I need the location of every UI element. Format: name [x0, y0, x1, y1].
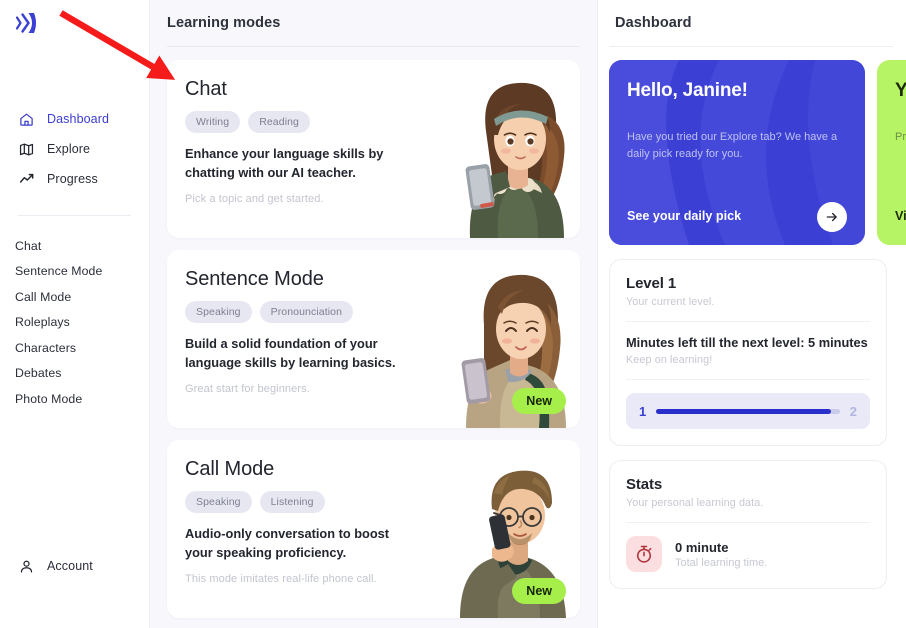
mode-card-list: Chat Writing Reading Enhance your langua… — [150, 47, 597, 628]
panel-divider — [626, 522, 870, 523]
mode-card-subtext: Great start for beginners. — [185, 383, 310, 396]
dashboard-header: Dashboard — [598, 0, 906, 46]
sidebar-secondary-nav: Chat Sentence Mode Call Mode Roleplays C… — [0, 233, 149, 412]
promo-content: Yo Prac and your Vie — [895, 80, 906, 245]
promo-content: Hello, Janine! Have you tried our Explor… — [627, 80, 847, 245]
app-logo[interactable] — [0, 0, 149, 46]
mode-card-chips: Speaking Listening — [185, 491, 437, 513]
woman-with-phone-illustration — [442, 73, 580, 238]
promo-heading: Hello, Janine! — [627, 80, 748, 101]
user-icon — [18, 558, 35, 575]
mode-card-body: Chat Writing Reading Enhance your langua… — [167, 60, 437, 205]
encouragement-text: Keep on learning! — [626, 354, 713, 366]
chip-tag[interactable]: Listening — [259, 491, 325, 513]
promo-body: Have you tried our Explore tab? We have … — [627, 131, 838, 161]
level-panel: Level 1 Your current level. Minutes left… — [609, 259, 887, 446]
promo-heading: Yo — [895, 80, 906, 101]
mode-card-chips: Speaking Pronounciation — [185, 301, 437, 323]
sidebar-item-debates[interactable]: Debates — [0, 361, 149, 387]
mode-card-description: Audio-only conversation to boost your sp… — [185, 526, 390, 560]
arrow-right-icon[interactable] — [817, 202, 847, 232]
sidebar-divider — [18, 215, 131, 216]
sidebar-item-label: Dashboard — [47, 112, 110, 126]
promo-cta-label[interactable]: Vie — [895, 209, 906, 223]
sidebar-item-label: Explore — [47, 142, 91, 156]
sidebar-item-progress[interactable]: Progress — [0, 164, 149, 194]
mode-card-body: Call Mode Speaking Listening Audio-only … — [167, 440, 437, 585]
promo-card-practice[interactable]: Yo Prac and your Vie — [877, 60, 906, 245]
mode-card-title: Call Mode — [185, 458, 275, 480]
sidebar-item-call-mode[interactable]: Call Mode — [0, 284, 149, 310]
sidebar-item-roleplays[interactable]: Roleplays — [0, 310, 149, 336]
stat-value: 0 minute — [675, 539, 729, 555]
level-to-label: 2 — [849, 403, 857, 419]
map-icon — [18, 141, 35, 158]
dashboard-body: Hello, Janine! Have you tried our Explor… — [598, 47, 906, 628]
stat-text: 0 minute Total learning time. — [675, 540, 767, 569]
chip-tag[interactable]: Speaking — [185, 491, 252, 513]
mode-card-title: Sentence Mode — [185, 268, 324, 290]
sidebar-item-characters[interactable]: Characters — [0, 335, 149, 361]
progress-track — [656, 408, 840, 414]
trend-up-icon — [18, 171, 35, 188]
stopwatch-icon — [626, 536, 662, 572]
next-level-line: Minutes left till the next level: 5 minu… — [626, 335, 868, 350]
sidebar-item-label: Progress — [47, 172, 98, 186]
chip-tag[interactable]: Writing — [185, 111, 241, 133]
sidebar-item-sentence-mode[interactable]: Sentence Mode — [0, 259, 149, 285]
mode-card-body: Sentence Mode Speaking Pronounciation Bu… — [167, 250, 437, 395]
level-from-label: 1 — [639, 403, 647, 419]
level-subtitle: Your current level. — [626, 296, 715, 308]
level-progress-bar: 1 2 — [626, 393, 870, 429]
mode-card-sentence-mode[interactable]: Sentence Mode Speaking Pronounciation Bu… — [167, 250, 580, 428]
stats-panel: Stats Your personal learning data. 0 min… — [609, 460, 887, 589]
chip-tag[interactable]: Speaking — [185, 301, 252, 323]
sidebar-item-dashboard[interactable]: Dashboard — [0, 104, 149, 134]
stats-title: Stats — [626, 476, 663, 493]
new-badge: New — [512, 388, 566, 414]
stat-label: Total learning time. — [675, 556, 768, 569]
panel-divider — [626, 379, 870, 380]
mode-card-chips: Writing Reading — [185, 111, 437, 133]
learning-modes-column: Learning modes Chat Writing Reading Enha… — [150, 0, 598, 628]
sidebar-item-explore[interactable]: Explore — [0, 134, 149, 164]
learning-modes-header: Learning modes — [150, 0, 597, 46]
stats-subtitle: Your personal learning data. — [626, 497, 764, 509]
page-title: Learning modes — [167, 15, 281, 31]
level-title: Level 1 — [626, 275, 677, 292]
promo-carousel: Hello, Janine! Have you tried our Explor… — [609, 60, 906, 245]
mode-card-chat[interactable]: Chat Writing Reading Enhance your langua… — [167, 60, 580, 238]
app-root: Dashboard Explore Progress Chat Sentence… — [0, 0, 906, 628]
dashboard-column: Dashboard Hello, Janine! Have you tried … — [598, 0, 906, 628]
sidebar-primary-nav: Dashboard Explore Progress — [0, 104, 149, 194]
promo-body: Prac and your — [895, 131, 906, 143]
progress-fill — [656, 408, 831, 414]
stat-row: 0 minute Total learning time. — [626, 536, 870, 572]
panel-divider — [626, 321, 870, 322]
sidebar-item-photo-mode[interactable]: Photo Mode — [0, 386, 149, 412]
sidebar-item-chat[interactable]: Chat — [0, 233, 149, 259]
new-badge: New — [512, 578, 566, 604]
sidebar-item-label: Account — [47, 559, 93, 573]
sidebar-item-account[interactable]: Account — [0, 552, 149, 580]
mode-card-subtext: Pick a topic and get started. — [185, 193, 324, 206]
mode-card-description: Build a solid foundation of your languag… — [185, 336, 396, 370]
home-icon — [18, 111, 35, 128]
sidebar-footer: Account — [0, 552, 149, 580]
mode-card-description: Enhance your language skills by chatting… — [185, 146, 384, 180]
chip-tag[interactable]: Reading — [248, 111, 311, 133]
mode-card-call-mode[interactable]: Call Mode Speaking Listening Audio-only … — [167, 440, 580, 618]
mode-card-subtext: This mode imitates real-life phone call. — [185, 573, 377, 586]
mode-card-title: Chat — [185, 78, 227, 100]
sidebar: Dashboard Explore Progress Chat Sentence… — [0, 0, 150, 628]
chip-tag[interactable]: Pronounciation — [259, 301, 354, 323]
soundwave-logo-icon — [13, 10, 39, 36]
promo-cta-label[interactable]: See your daily pick — [627, 209, 741, 223]
dashboard-title: Dashboard — [615, 15, 692, 31]
promo-card-daily-pick[interactable]: Hello, Janine! Have you tried our Explor… — [609, 60, 865, 245]
